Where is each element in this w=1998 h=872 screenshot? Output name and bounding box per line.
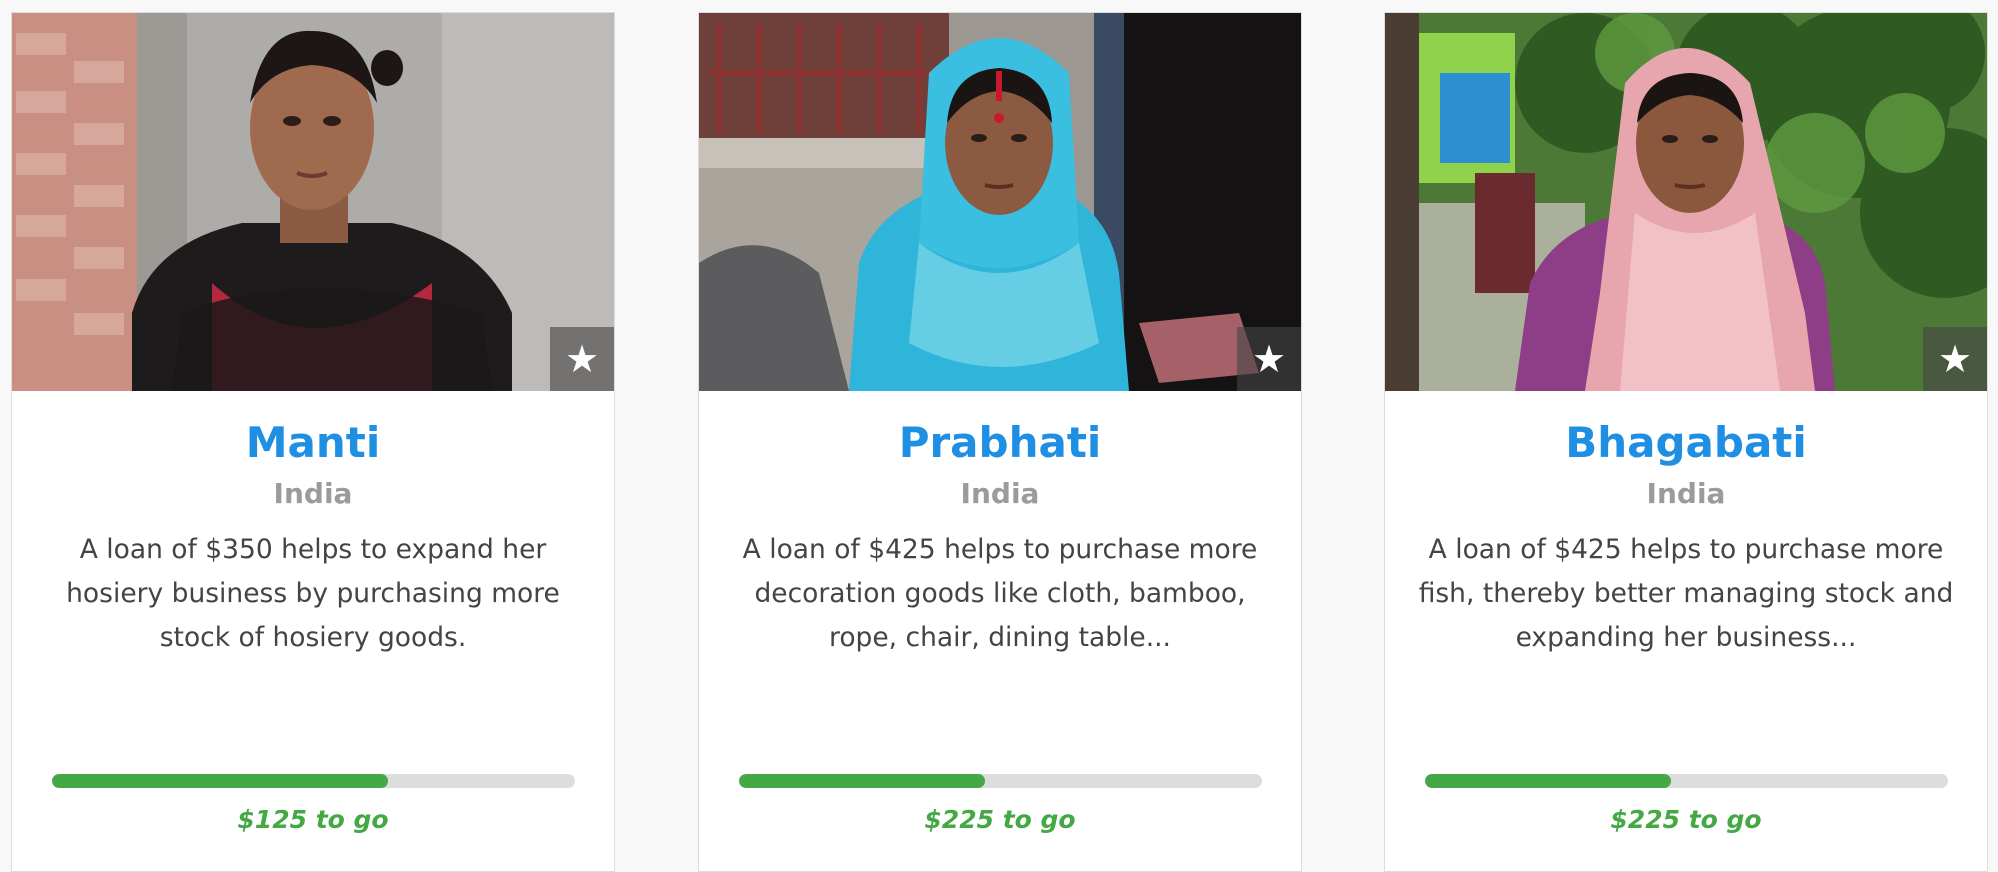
favorite-star-icon[interactable]: ★ xyxy=(1237,327,1301,391)
funding-progress-bar xyxy=(52,774,575,788)
amount-to-go: $125 to go xyxy=(237,805,389,834)
favorite-star-icon[interactable]: ★ xyxy=(550,327,614,391)
borrower-photo[interactable]: ★ xyxy=(1385,13,1987,391)
borrower-country: India xyxy=(273,477,353,510)
amount-to-go: $225 to go xyxy=(924,805,1076,834)
borrower-photo-image xyxy=(1385,13,1987,391)
borrower-name[interactable]: Manti xyxy=(12,416,614,470)
loan-card[interactable]: ★ Bhagabati India A loan of $425 helps t… xyxy=(1384,12,1988,872)
borrower-photo[interactable]: ★ xyxy=(699,13,1301,391)
borrower-name[interactable]: Bhagabati xyxy=(1385,416,1987,470)
loan-description: A loan of $425 helps to purchase more fi… xyxy=(1418,534,1954,653)
borrower-photo-image xyxy=(12,13,614,391)
loan-description: A loan of $425 helps to purchase more de… xyxy=(742,534,1258,653)
borrower-photo-image xyxy=(699,13,1301,391)
loan-card[interactable]: ★ Manti India A loan of $350 helps to ex… xyxy=(11,12,615,872)
funding-progress-fill xyxy=(1425,774,1672,788)
borrower-country: India xyxy=(960,477,1040,510)
borrower-name[interactable]: Prabhati xyxy=(699,416,1301,470)
funding-progress-bar xyxy=(1425,774,1948,788)
funding-progress-fill xyxy=(52,774,389,788)
borrower-country: India xyxy=(1646,477,1726,510)
loan-card[interactable]: ★ Prabhati India A loan of $425 helps to… xyxy=(698,12,1302,872)
funding-progress-fill xyxy=(739,774,986,788)
loan-card-grid: ★ Manti India A loan of $350 helps to ex… xyxy=(0,0,1998,872)
borrower-photo[interactable]: ★ xyxy=(12,13,614,391)
loan-description: A loan of $350 helps to expand her hosie… xyxy=(66,534,560,653)
amount-to-go: $225 to go xyxy=(1610,805,1762,834)
favorite-star-icon[interactable]: ★ xyxy=(1923,327,1987,391)
funding-progress-bar xyxy=(739,774,1262,788)
